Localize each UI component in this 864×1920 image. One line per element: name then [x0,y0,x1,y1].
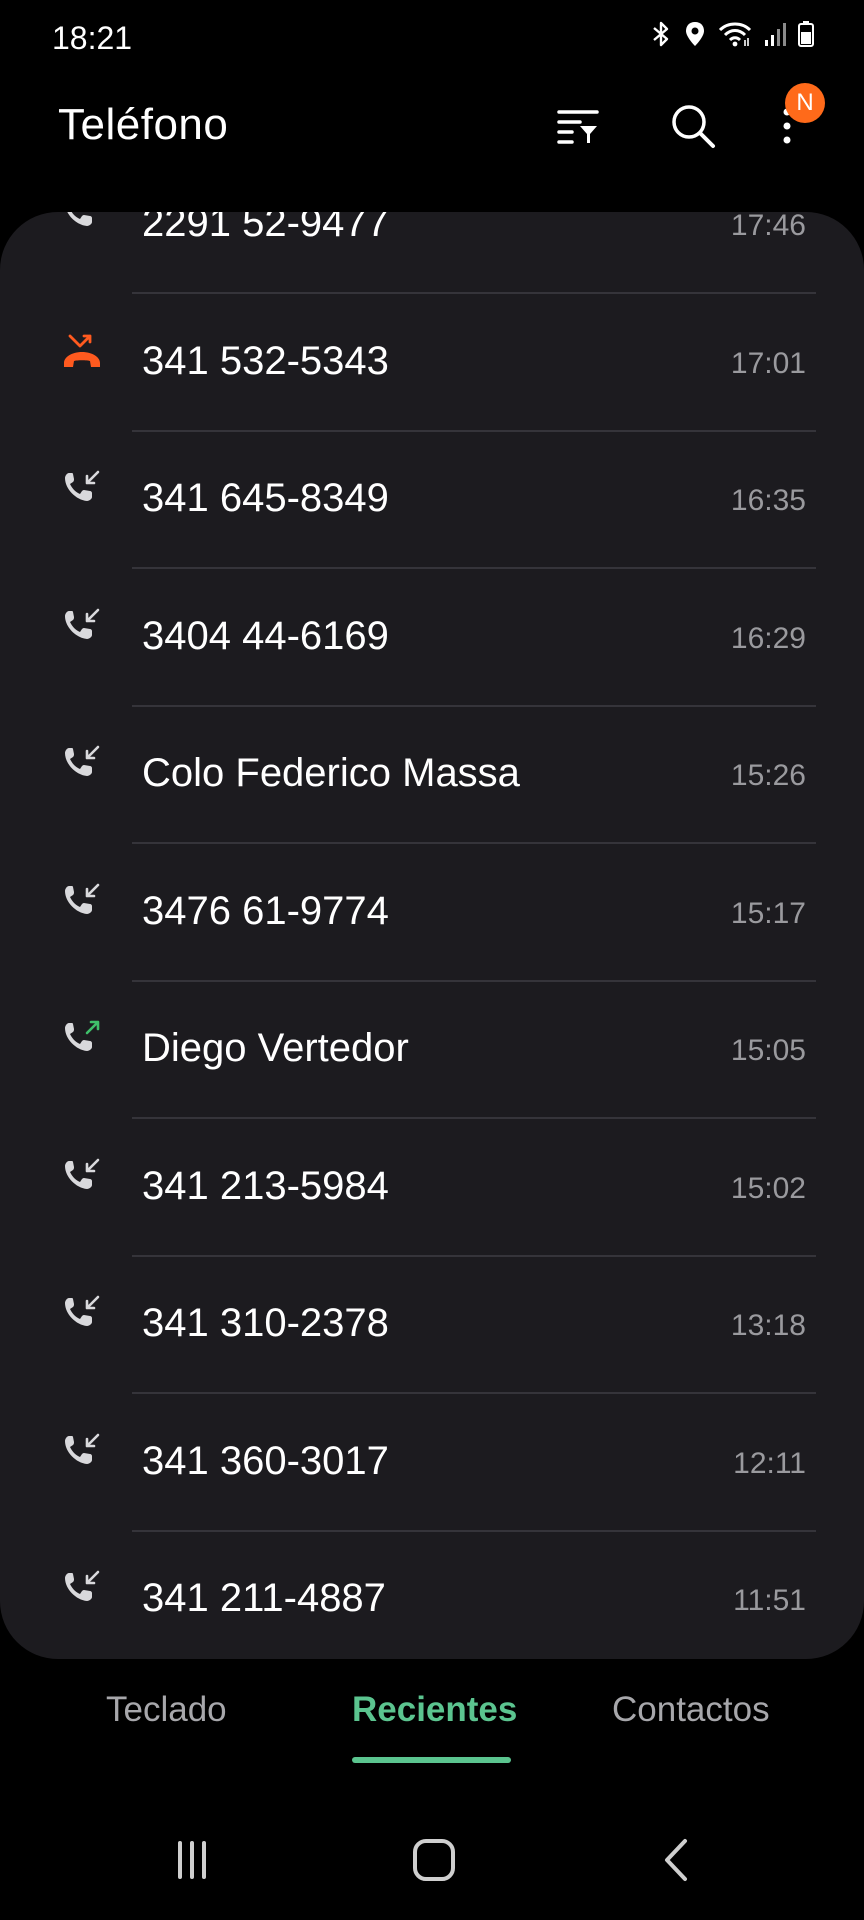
incoming-call-icon [60,1292,104,1336]
call-time: 17:46 [730,212,806,242]
call-contact-name: 2291 52-9477 [142,212,389,245]
call-contact-name: 3404 44-6169 [142,613,389,658]
status-time: 18:21 [52,20,133,56]
incoming-call-icon [60,1155,104,1199]
tab-recientes[interactable]: Recientes [352,1690,517,1730]
home-button[interactable] [394,1820,474,1900]
call-time: 15:17 [730,896,806,930]
recent-calls-list[interactable]: 2291 52-9477 17:46 341 532-5343 17:01 341 64… [0,212,864,1659]
call-contact-name: 341 213-5984 [142,1163,389,1208]
location-icon [686,22,704,46]
filter-list-icon [557,110,599,144]
call-log-item[interactable]: 3476 61-9774 15:17 [0,844,864,982]
call-log-item[interactable]: 341 532-5343 17:01 [0,294,864,432]
call-contact-name: 341 645-8349 [142,476,389,520]
call-time: 13:18 [730,1309,806,1342]
call-log-item[interactable]: 3404 44-6169 16:29 [0,569,864,707]
tab-contactos[interactable]: Contactos [612,1690,770,1730]
call-time: 17:01 [730,346,806,380]
call-time: 15:26 [730,759,806,792]
back-button[interactable] [636,1820,716,1900]
call-time: 15:05 [730,1034,806,1067]
incoming-call-icon [60,212,104,236]
missed-call-icon [60,330,104,374]
call-log-item[interactable]: 2291 52-9477 17:46 [0,212,864,294]
call-contact-name: Colo Federico Massa [142,751,520,795]
signal-icon [765,23,786,46]
incoming-call-icon [60,742,104,786]
call-log-item[interactable]: 341 360-3017 12:11 [0,1394,864,1532]
tab-teclado[interactable]: Teclado [106,1690,227,1730]
incoming-call-icon [60,1430,104,1474]
system-navigation-bar [0,1820,864,1900]
call-contact-name: Diego Vertedor [142,1026,409,1070]
recents-icon [178,1841,206,1879]
status-bar: 18:21 [0,0,864,76]
incoming-call-icon [60,880,104,924]
search-icon [672,105,715,148]
call-contact-name: 341 211-4887 [142,1576,386,1620]
bluetooth-icon [653,21,669,47]
call-time: 12:11 [733,1446,806,1480]
call-contact-name: 3476 61-9774 [142,888,389,933]
incoming-call-icon [60,605,104,649]
call-contact-name: 341 532-5343 [142,338,389,383]
call-time: 16:35 [730,484,806,517]
call-time: 15:02 [730,1171,806,1205]
call-log-item[interactable]: Colo Federico Massa 15:26 [0,706,864,844]
call-log-item[interactable]: 341 211-4887 11:51 [0,1531,864,1659]
active-tab-indicator [352,1757,511,1763]
search-button[interactable] [663,96,723,156]
notification-badge: N [785,83,825,123]
incoming-call-icon [60,1567,104,1611]
status-icons [650,20,814,48]
back-icon [665,1839,687,1881]
call-time: 16:29 [730,621,806,655]
home-icon [413,1839,455,1881]
call-log-item[interactable]: 341 213-5984 15:02 [0,1119,864,1257]
call-contact-name: 341 360-3017 [142,1438,389,1483]
incoming-call-icon [60,467,104,511]
wifi-icon [718,22,752,47]
outgoing-call-icon [60,1017,104,1061]
battery-icon [798,21,814,47]
recents-button[interactable] [152,1820,232,1900]
call-time: 11:51 [733,1584,806,1617]
filter-button[interactable] [548,96,608,156]
bottom-tabs: Teclado Recientes Contactos [0,1690,864,1780]
call-contact-name: 341 310-2378 [142,1301,389,1345]
page-title: Teléfono [58,100,229,149]
call-log-item[interactable]: 341 645-8349 16:35 [0,431,864,569]
call-log-item[interactable]: Diego Vertedor 15:05 [0,981,864,1119]
call-log-item[interactable]: 341 310-2378 13:18 [0,1256,864,1394]
